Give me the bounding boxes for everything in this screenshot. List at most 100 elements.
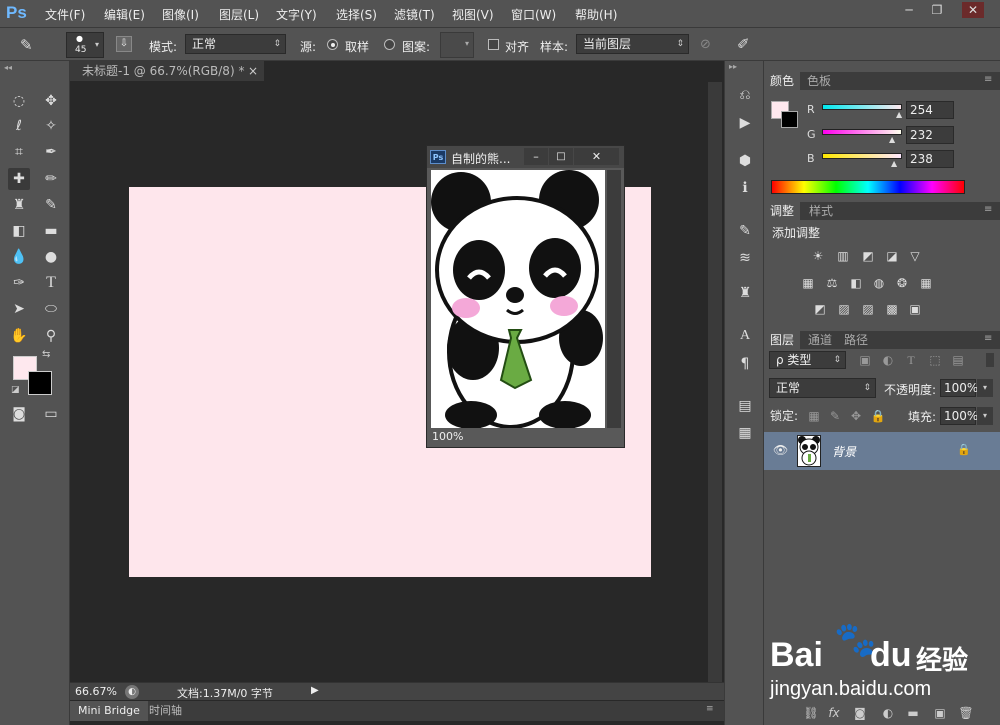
screen-mode-icon[interactable]: ▭ xyxy=(40,403,62,425)
background-color-swatch[interactable] xyxy=(28,371,52,395)
brush-preset-picker[interactable]: ● 45 ▾ xyxy=(66,32,104,58)
panel-menu-icon[interactable]: ≡ xyxy=(984,204,992,215)
character-panel-icon[interactable]: A xyxy=(735,326,755,346)
r-value-field[interactable]: 254 xyxy=(906,101,954,119)
tab-styles[interactable]: 样式 xyxy=(803,202,839,220)
clone-stamp-tool-icon[interactable]: ✎ xyxy=(20,36,33,54)
restore-button[interactable]: ❐ xyxy=(926,2,948,18)
invert-icon[interactable]: ◩ xyxy=(812,302,828,316)
float-close-button[interactable]: ✕ xyxy=(574,148,619,165)
lock-all-icon[interactable]: 🔒 xyxy=(870,409,886,423)
threshold-icon[interactable]: ▨ xyxy=(860,302,876,316)
path-select-tool-icon[interactable]: ➤ xyxy=(8,298,30,320)
zoom-level[interactable]: 66.67% xyxy=(75,685,117,698)
lock-position-icon[interactable]: ✥ xyxy=(848,409,864,423)
add-mask-icon[interactable]: ◙ xyxy=(852,706,868,720)
chevron-down-icon[interactable]: ▾ xyxy=(977,379,993,397)
aligned-checkbox[interactable] xyxy=(488,39,499,50)
brightness-contrast-icon[interactable]: ☀ xyxy=(810,249,826,263)
link-layers-icon[interactable]: ⛓ xyxy=(803,706,819,720)
menu-type[interactable]: 文字(Y) xyxy=(276,6,317,23)
share-icon[interactable]: ◐ xyxy=(125,685,139,699)
move-tool-icon[interactable]: ✥ xyxy=(40,90,62,112)
tab-layers[interactable]: 图层 xyxy=(764,331,801,349)
clone-source-panel-icon[interactable]: ⇩ xyxy=(116,36,132,52)
brush-presets-icon[interactable]: ≋ xyxy=(735,248,755,268)
menu-window[interactable]: 窗口(W) xyxy=(511,6,556,23)
eyedropper-tool-icon[interactable]: ✒ xyxy=(40,141,62,163)
close-tab-icon[interactable]: × xyxy=(248,61,258,81)
status-menu-arrow-icon[interactable]: ▶ xyxy=(311,685,319,696)
layer-comps-icon[interactable]: ▤ xyxy=(735,396,755,416)
quick-select-tool-icon[interactable]: ✧ xyxy=(40,115,62,137)
blend-mode-dropdown[interactable]: 正常 ⇕ xyxy=(769,378,876,398)
panel-menu-icon[interactable]: ≡ xyxy=(706,704,714,714)
menu-layer[interactable]: 图层(L) xyxy=(219,6,259,23)
sampled-radio[interactable] xyxy=(327,39,338,50)
b-slider-handle-icon[interactable]: ▲ xyxy=(891,159,897,168)
notes-panel-icon[interactable]: ▦ xyxy=(735,423,755,443)
menu-filter[interactable]: 滤镜(T) xyxy=(394,6,435,23)
lock-image-icon[interactable]: ✎ xyxy=(827,409,843,423)
lock-transparent-icon[interactable]: ▦ xyxy=(806,409,822,423)
pattern-picker[interactable]: ▾ xyxy=(440,32,474,58)
chevron-down-icon[interactable]: ▾ xyxy=(977,407,993,425)
type-filter-icon[interactable]: T xyxy=(903,353,919,367)
color-spectrum-ramp[interactable] xyxy=(771,180,965,194)
float-minimize-button[interactable]: – xyxy=(524,148,548,165)
vertical-scrollbar[interactable] xyxy=(708,82,722,682)
color-balance-icon[interactable]: ⚖ xyxy=(824,276,840,290)
tab-mini-bridge[interactable]: Mini Bridge xyxy=(70,701,148,721)
tab-color[interactable]: 颜色 xyxy=(764,72,801,90)
mode-dropdown[interactable]: 正常 ⇕ xyxy=(185,34,286,54)
pixel-filter-icon[interactable]: ▣ xyxy=(857,353,873,367)
blur-tool-icon[interactable]: 💧 xyxy=(8,246,30,268)
tab-paths[interactable]: 路径 xyxy=(838,331,874,349)
float-maximize-button[interactable]: □ xyxy=(549,148,573,165)
b-value-field[interactable]: 238 xyxy=(906,150,954,168)
history-brush-tool-icon[interactable]: ✎ xyxy=(40,194,62,216)
marquee-tool-icon[interactable]: ◌ xyxy=(8,90,30,112)
tab-swatches[interactable]: 色板 xyxy=(801,72,837,90)
g-value-field[interactable]: 232 xyxy=(906,126,954,144)
layer-name[interactable]: 背景 xyxy=(832,443,856,460)
document-tab[interactable]: 未标题-1 @ 66.7%(RGB/8) * × xyxy=(70,61,264,81)
menu-select[interactable]: 选择(S) xyxy=(336,6,377,23)
healing-brush-tool-icon[interactable]: ✚ xyxy=(8,168,30,190)
menu-view[interactable]: 视图(V) xyxy=(452,6,494,23)
pressure-icon[interactable]: ✐ xyxy=(737,35,750,53)
menu-edit[interactable]: 编辑(E) xyxy=(104,6,145,23)
zoom-tool-icon[interactable]: ⚲ xyxy=(40,325,62,347)
panel-menu-icon[interactable]: ≡ xyxy=(984,74,992,85)
gradient-map-icon[interactable]: ▩ xyxy=(884,302,900,316)
smart-object-filter-icon[interactable]: ▤ xyxy=(950,353,966,367)
minimize-button[interactable]: ─ xyxy=(898,2,920,18)
tab-timeline[interactable]: 时间轴 xyxy=(149,701,182,721)
g-slider-handle-icon[interactable]: ▲ xyxy=(889,135,895,144)
ellipse-tool-icon[interactable]: ⬭ xyxy=(40,298,62,320)
menu-help[interactable]: 帮助(H) xyxy=(575,6,617,23)
posterize-icon[interactable]: ▨ xyxy=(836,302,852,316)
swap-colors-icon[interactable]: ⇆ xyxy=(42,349,50,360)
r-slider-handle-icon[interactable]: ▲ xyxy=(896,110,902,119)
opacity-field[interactable]: 100% xyxy=(940,379,978,397)
new-group-icon[interactable]: ▬ xyxy=(905,706,921,720)
selective-color-icon[interactable]: ▣ xyxy=(907,302,923,316)
default-colors-icon[interactable]: ◪ xyxy=(11,385,20,395)
r-slider[interactable] xyxy=(822,104,902,110)
crop-tool-icon[interactable]: ⌗ xyxy=(8,141,30,163)
fill-field[interactable]: 100% xyxy=(940,407,978,425)
dodge-tool-icon[interactable]: ● xyxy=(40,246,62,268)
paragraph-panel-icon[interactable]: ¶ xyxy=(735,354,755,374)
pattern-radio[interactable] xyxy=(384,39,395,50)
layer-style-icon[interactable]: fx xyxy=(826,706,842,720)
hue-saturation-icon[interactable]: ▦ xyxy=(800,276,816,290)
layer-filter-dropdown[interactable]: ρ 类型 ⇕ xyxy=(769,351,846,369)
exposure-icon[interactable]: ◪ xyxy=(884,249,900,263)
gradient-tool-icon[interactable]: ▬ xyxy=(40,220,62,242)
type-tool-icon[interactable]: T xyxy=(40,272,62,294)
filter-toggle-switch[interactable] xyxy=(986,353,994,367)
menu-image[interactable]: 图像(I) xyxy=(162,6,199,23)
sample-dropdown[interactable]: 当前图层 ⇕ xyxy=(576,34,689,54)
collapse-icon[interactable]: ◂◂ xyxy=(4,63,12,72)
